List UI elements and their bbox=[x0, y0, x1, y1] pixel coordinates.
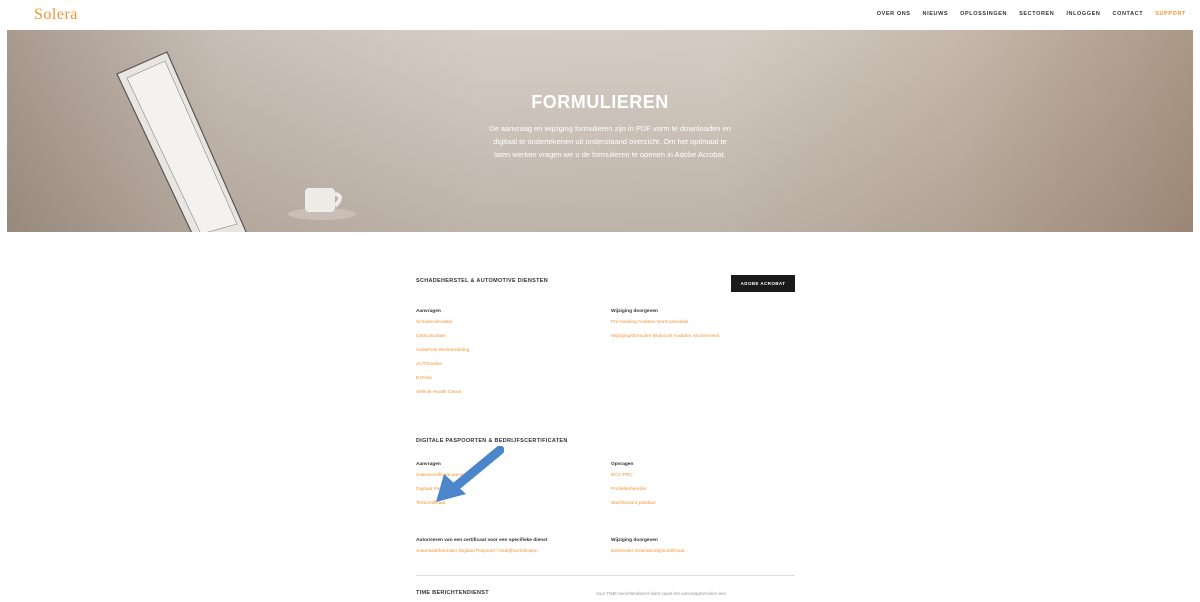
main-nav: OVER ONS NIEUWS OPLOSSINGEN SECTOREN INL… bbox=[877, 11, 1186, 17]
column-heading: Opvragen bbox=[611, 462, 634, 467]
form-link[interactable]: Autorisatieformulier Digitaal Paspoort /… bbox=[416, 549, 547, 554]
pointer-arrow-icon bbox=[436, 446, 504, 502]
hero-line: digitaal te ondertekenen uit onderstaand… bbox=[493, 137, 727, 146]
nav-inloggen[interactable]: INLOGGEN bbox=[1066, 11, 1100, 17]
solera-logo[interactable]: Solera bbox=[34, 6, 78, 24]
form-link[interactable]: Wachtwoord postbus bbox=[611, 501, 656, 506]
form-link[interactable]: AUTOonline bbox=[416, 362, 469, 367]
form-link[interactable]: BCC-PRC bbox=[611, 473, 656, 478]
top-bar: Solera OVER ONS NIEUWS OPLOSSINGEN SECTO… bbox=[0, 0, 1200, 30]
section-title-schadeherstel: SCHADEHERSTEL & AUTOMOTIVE DIENSTEN bbox=[416, 278, 549, 284]
form-link[interactable]: EzFlow bbox=[416, 376, 469, 381]
form-link[interactable]: Schadecalculatie bbox=[416, 320, 469, 325]
section2-lookups: Opvragen BCC-PRC Profielbeheerder Wachtw… bbox=[611, 462, 656, 506]
section-divider bbox=[416, 575, 795, 576]
column-heading: Wijziging doorgeven bbox=[611, 538, 658, 543]
section-title-paspoorten: DIGITALE PASPOORTEN & BEDRIJFSCERTIFICAT… bbox=[416, 438, 568, 444]
hero-description: De aanvraag en wijziging formulieren zij… bbox=[450, 122, 770, 161]
column-heading: Aanvragen bbox=[416, 309, 441, 314]
section2-changes: Wijziging doorgeven Beheerder Solerabedr… bbox=[611, 538, 685, 554]
page-title: FORMULIEREN bbox=[531, 92, 669, 112]
nav-support[interactable]: SUPPORT bbox=[1155, 11, 1186, 17]
hero-banner: FORMULIEREN De aanvraag en wijziging for… bbox=[7, 30, 1193, 232]
column-heading: Wijziging doorgeven bbox=[611, 309, 658, 314]
section1-changes: Wijziging doorgeven Pre-melding Audatex … bbox=[611, 309, 720, 339]
form-link[interactable]: Glascalculatie bbox=[416, 334, 469, 339]
form-link[interactable]: Pre-melding Audatex Normcalculatie bbox=[611, 320, 720, 325]
nav-sectoren[interactable]: SECTOREN bbox=[1019, 11, 1054, 17]
nav-over-ons[interactable]: OVER ONS bbox=[877, 11, 911, 17]
column-heading: Autoriseren van een certificaat voor een… bbox=[416, 538, 548, 543]
form-link[interactable]: Profielbeheerder bbox=[611, 487, 656, 492]
section1-requests: Aanvragen Schadecalculatie Glascalculati… bbox=[416, 309, 469, 395]
nav-oplossingen[interactable]: OPLOSSINGEN bbox=[960, 11, 1007, 17]
form-link[interactable]: Vehicle Health Check bbox=[416, 390, 469, 395]
nav-nieuws[interactable]: NIEUWS bbox=[923, 11, 949, 17]
hero-line: laten werken vragen we u de formulieren … bbox=[494, 150, 726, 159]
coffee-cup-image bbox=[288, 188, 356, 220]
form-link[interactable]: Wijzigingsformulier Bruincost Audatex Ab… bbox=[611, 334, 720, 339]
section-title-time: TIME BERICHTENDIENST bbox=[416, 590, 489, 596]
nav-contact[interactable]: CONTACT bbox=[1113, 11, 1144, 17]
form-link[interactable]: AudaFlow Werkverdeling bbox=[416, 348, 469, 353]
form-link[interactable]: Beheerder Solerabedrijfscertificaat bbox=[611, 549, 685, 554]
hero-line: De aanvraag en wijziging formulieren zij… bbox=[489, 124, 731, 133]
section-note: Voor TIME berichtendienst dient naast he… bbox=[596, 591, 726, 596]
section2-authorize: Autoriseren van een certificaat voor een… bbox=[416, 538, 547, 554]
adobe-acrobat-button[interactable]: ADOBE ACROBAT bbox=[731, 275, 795, 292]
